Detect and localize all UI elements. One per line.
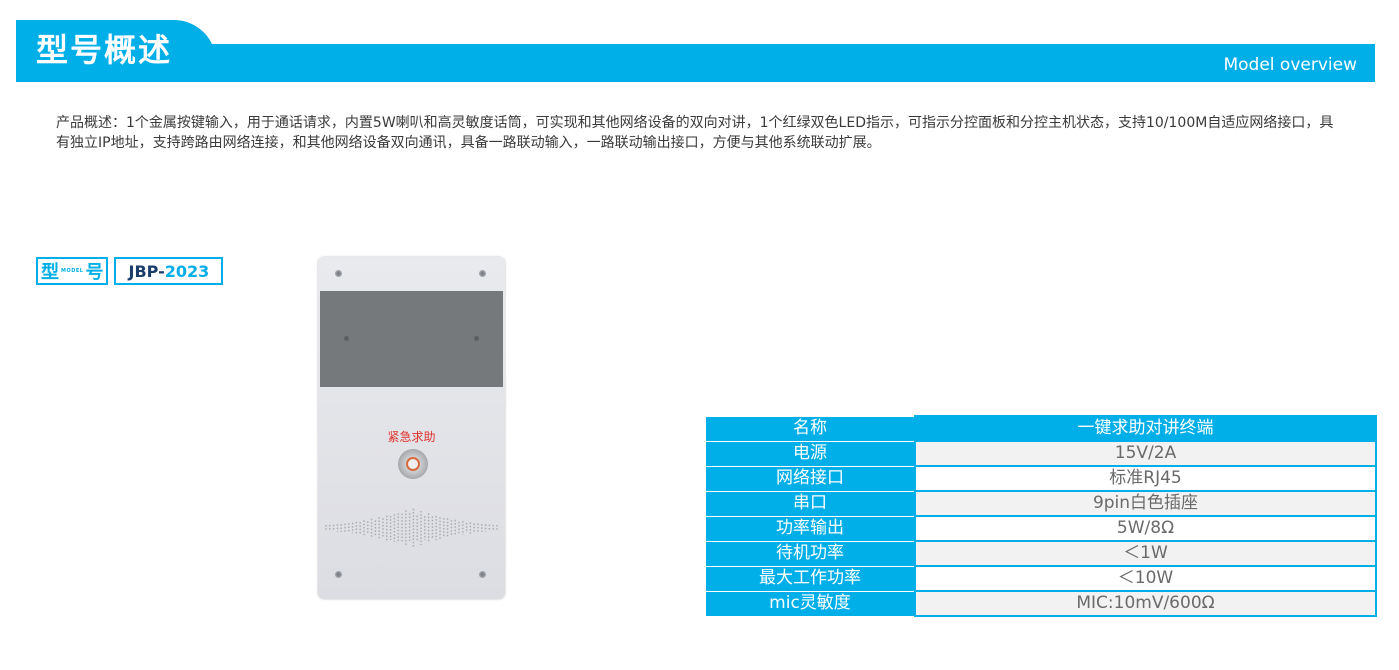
model-prefix: JBP- [128, 261, 165, 281]
model-label-char1: 型 [41, 262, 59, 283]
spec-key: 网络接口 [705, 465, 916, 492]
spec-row: 电源 15V/2A [705, 440, 1377, 467]
screw-icon [335, 270, 342, 277]
header-bar [16, 44, 1375, 82]
spec-row: 最大工作功率 ＜10W [705, 565, 1377, 592]
spec-value: 5W/8Ω [914, 515, 1377, 542]
led-ring-icon [406, 457, 420, 471]
screw-icon [479, 571, 486, 578]
spec-table: 名称 一键求助对讲终端 电源 15V/2A 网络接口 标准RJ45 串口 9pi… [705, 415, 1377, 617]
spec-row: 功率输出 5W/8Ω [705, 515, 1377, 542]
model-value: 2023 [164, 261, 210, 281]
page-title: 型号概述 [36, 31, 173, 69]
spec-key: 名称 [705, 415, 916, 442]
spec-key: 电源 [705, 440, 916, 467]
spec-row: 名称 一键求助对讲终端 [705, 415, 1377, 442]
spec-value: 一键求助对讲终端 [914, 415, 1377, 442]
spec-value: 15V/2A [914, 440, 1377, 467]
panel-dot [344, 336, 349, 341]
model-number: JBP- 2023 [114, 257, 224, 285]
spec-value: MIC:10mV/600Ω [914, 590, 1377, 617]
panel-dot [474, 336, 479, 341]
model-label-small: MODEL [61, 268, 84, 274]
model-tag: 型 MODEL 号 JBP- 2023 [36, 257, 224, 285]
emergency-label: 紧急求助 [387, 430, 436, 444]
product-description: 产品概述：1个金属按键输入，用于通话请求，内置5W喇叭和高灵敏度话筒，可实现和其… [56, 115, 1334, 151]
spec-key: 待机功率 [705, 540, 916, 567]
screw-icon [479, 270, 486, 277]
spec-key: 串口 [705, 490, 916, 517]
device-image: 紧急求助 [318, 257, 505, 599]
spec-value: ＜10W [914, 565, 1377, 592]
page-subtitle: Model overview [1223, 55, 1357, 75]
spec-key: mic灵敏度 [705, 590, 916, 617]
call-button-icon [398, 449, 428, 479]
model-label-char2: 号 [85, 262, 104, 283]
device-speaker-panel [320, 291, 503, 387]
spec-row: 待机功率 ＜1W [705, 540, 1377, 567]
spec-key: 最大工作功率 [705, 565, 916, 592]
sound-wave-icon [325, 508, 498, 548]
spec-value: 标准RJ45 [914, 465, 1377, 492]
spec-row: 网络接口 标准RJ45 [705, 465, 1377, 492]
spec-key: 功率输出 [705, 515, 916, 542]
spec-row: mic灵敏度 MIC:10mV/600Ω [705, 590, 1377, 617]
spec-value: ＜1W [914, 540, 1377, 567]
spec-row: 串口 9pin白色插座 [705, 490, 1377, 517]
screw-icon [335, 571, 342, 578]
model-label: 型 MODEL 号 [36, 257, 109, 285]
spec-value: 9pin白色插座 [914, 490, 1377, 517]
